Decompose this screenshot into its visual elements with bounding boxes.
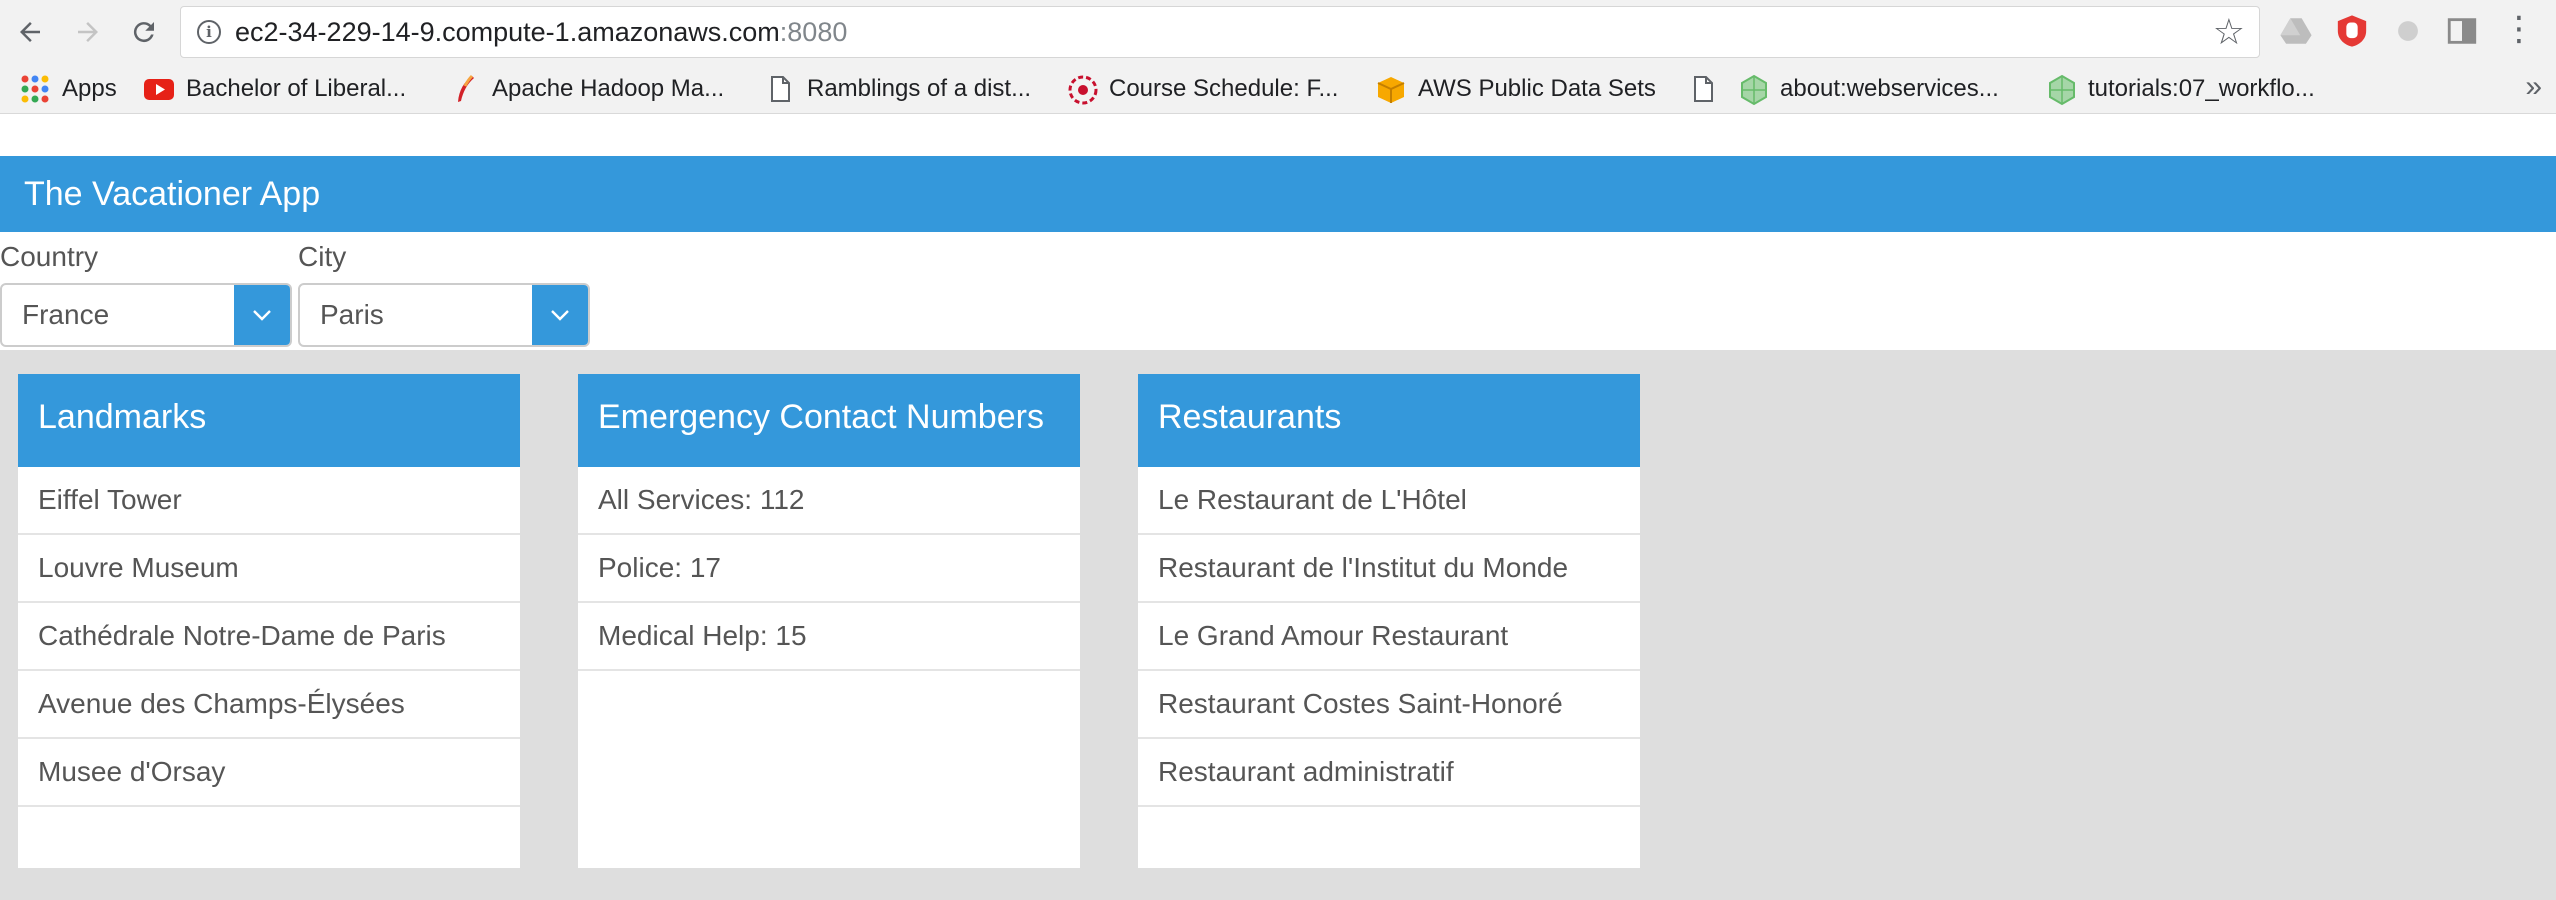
bookmark-ramblings[interactable]: Ramblings of a dist... [765, 72, 1031, 106]
list-item[interactable]: All Services: 112 [578, 467, 1080, 535]
list-item-label: Restaurant de l'Institut du Monde [1158, 552, 1569, 583]
list-item[interactable]: Restaurant de l'Institut du Monde [1138, 535, 1640, 603]
bookmark-label: Ramblings of a dist... [807, 75, 1032, 102]
bookmark-label: Bachelor of Liberal... [186, 75, 407, 102]
card-title: Emergency Contact Numbers [598, 398, 1044, 436]
list-item-label: Le Grand Amour Restaurant [1158, 620, 1509, 651]
bookmark-label: AWS Public Data Sets [1418, 75, 1656, 102]
city-label: City [298, 241, 347, 272]
reload-icon[interactable] [120, 8, 168, 56]
country-select-value: France [22, 299, 110, 330]
list-item[interactable]: Musee d'Orsay [18, 739, 520, 807]
list-item-label: Medical Help: 15 [598, 620, 807, 651]
restaurants-card: Restaurants Le Restaurant de L'Hôtel Res… [1138, 374, 1640, 868]
app-header: The Vacationer App [0, 156, 2556, 232]
bookmark-course-schedule[interactable]: Course Schedule: F... [1067, 72, 1338, 106]
bookmark-tutorials[interactable]: tutorials:07_workflo... [2046, 72, 2315, 106]
card-header: Restaurants [1138, 374, 1640, 467]
kebab-menu-icon[interactable]: ⋮ [2502, 12, 2536, 46]
star-icon[interactable]: ☆ [2213, 11, 2245, 53]
list-item[interactable]: Louvre Museum [18, 535, 520, 603]
bookmark-label: Apps [62, 75, 117, 102]
bookmark-bachelor-of-liberal[interactable]: Bachelor of Liberal... [144, 72, 406, 106]
list-item-label: All Services: 112 [598, 484, 805, 515]
webservices-icon [1738, 74, 1768, 106]
list-item[interactable]: Le Grand Amour Restaurant [1138, 603, 1640, 671]
emergency-contacts-card: Emergency Contact Numbers All Services: … [578, 374, 1080, 868]
chevron-down-icon [253, 310, 271, 321]
card-title: Restaurants [1158, 398, 1342, 436]
pane-icon[interactable] [2445, 14, 2479, 48]
google-drive-icon[interactable] [2279, 14, 2313, 48]
country-dropdown-button[interactable] [234, 285, 290, 345]
list-item-label: Avenue des Champs-Élysées [38, 688, 405, 719]
aws-icon [1376, 74, 1406, 104]
list-item-label: Musee d'Orsay [38, 756, 226, 787]
youtube-icon [144, 74, 174, 104]
bookmark-label: about:webservices... [1780, 75, 1999, 102]
country-label: Country [0, 241, 99, 272]
url-text[interactable]: ec2-34-229-14-9.compute-1.amazonaws.com:… [235, 17, 847, 48]
card-header: Emergency Contact Numbers [578, 374, 1080, 467]
card-title: Landmarks [38, 398, 207, 436]
list-item[interactable]: Restaurant administratif [1138, 739, 1640, 807]
list-item[interactable]: Avenue des Champs-Élysées [18, 671, 520, 739]
info-icon[interactable]: i [197, 20, 221, 44]
list-item-label: Louvre Museum [38, 552, 239, 583]
extension-icon[interactable] [2391, 14, 2425, 48]
list-item-label: Eiffel Tower [38, 484, 182, 515]
apache-feather-icon [450, 74, 480, 104]
landmarks-card: Landmarks Eiffel Tower Louvre Museum Cat… [18, 374, 520, 868]
chevron-down-icon [551, 310, 569, 321]
bookmark-apps[interactable]: Apps [20, 72, 117, 106]
page-icon [1688, 74, 1718, 104]
city-select-value: Paris [320, 299, 384, 330]
city-dropdown-button[interactable] [532, 285, 588, 345]
more-bookmarks-icon[interactable]: » [2525, 70, 2542, 104]
app-title: The Vacationer App [24, 175, 321, 213]
browser-toolbar: i ec2-34-229-14-9.compute-1.amazonaws.co… [0, 0, 2556, 64]
bookmark-aws-public-data-sets[interactable]: AWS Public Data Sets [1376, 72, 1656, 106]
bookmark-about-webservices[interactable]: about:webservices... [1738, 72, 1999, 106]
card-header: Landmarks [18, 374, 520, 467]
bookmark-apache-hadoop[interactable]: Apache Hadoop Ma... [450, 72, 724, 106]
bookmark-label: Course Schedule: F... [1109, 75, 1339, 102]
list-item-label: Restaurant administratif [1158, 756, 1454, 787]
country-select[interactable]: France [0, 283, 292, 347]
webservices-icon [2046, 74, 2076, 106]
back-arrow-icon[interactable] [6, 8, 54, 56]
forward-arrow-icon[interactable] [64, 8, 112, 56]
list-item[interactable]: Le Restaurant de L'Hôtel [1138, 467, 1640, 535]
bookmark-label: tutorials:07_workflo... [2088, 75, 2315, 102]
list-item[interactable]: Cathédrale Notre-Dame de Paris [18, 603, 520, 671]
course-schedule-icon [1067, 74, 1098, 105]
bookmark-label: Apache Hadoop Ma... [492, 75, 725, 102]
list-item[interactable]: Eiffel Tower [18, 467, 520, 535]
bookmark-untitled[interactable] [1688, 72, 1730, 106]
list-item-label: Restaurant Costes Saint-Honoré [1158, 688, 1563, 719]
list-item[interactable]: Police: 17 [578, 535, 1080, 603]
list-item[interactable]: Medical Help: 15 [578, 603, 1080, 671]
content-area: Landmarks Eiffel Tower Louvre Museum Cat… [0, 350, 2556, 900]
address-bar[interactable]: i ec2-34-229-14-9.compute-1.amazonaws.co… [180, 6, 2260, 58]
city-select[interactable]: Paris [298, 283, 590, 347]
list-item-label: Cathédrale Notre-Dame de Paris [38, 620, 446, 651]
list-item[interactable]: Restaurant Costes Saint-Honoré [1138, 671, 1640, 739]
apps-grid-icon [20, 74, 50, 104]
bookmarks-bar: Apps Bachelor of Liberal... Apache Hadoo… [0, 64, 2556, 114]
list-item-label: Police: 17 [598, 552, 721, 583]
ublock-icon[interactable] [2335, 14, 2369, 48]
list-item-label: Le Restaurant de L'Hôtel [1158, 484, 1467, 515]
page-icon [765, 74, 795, 104]
